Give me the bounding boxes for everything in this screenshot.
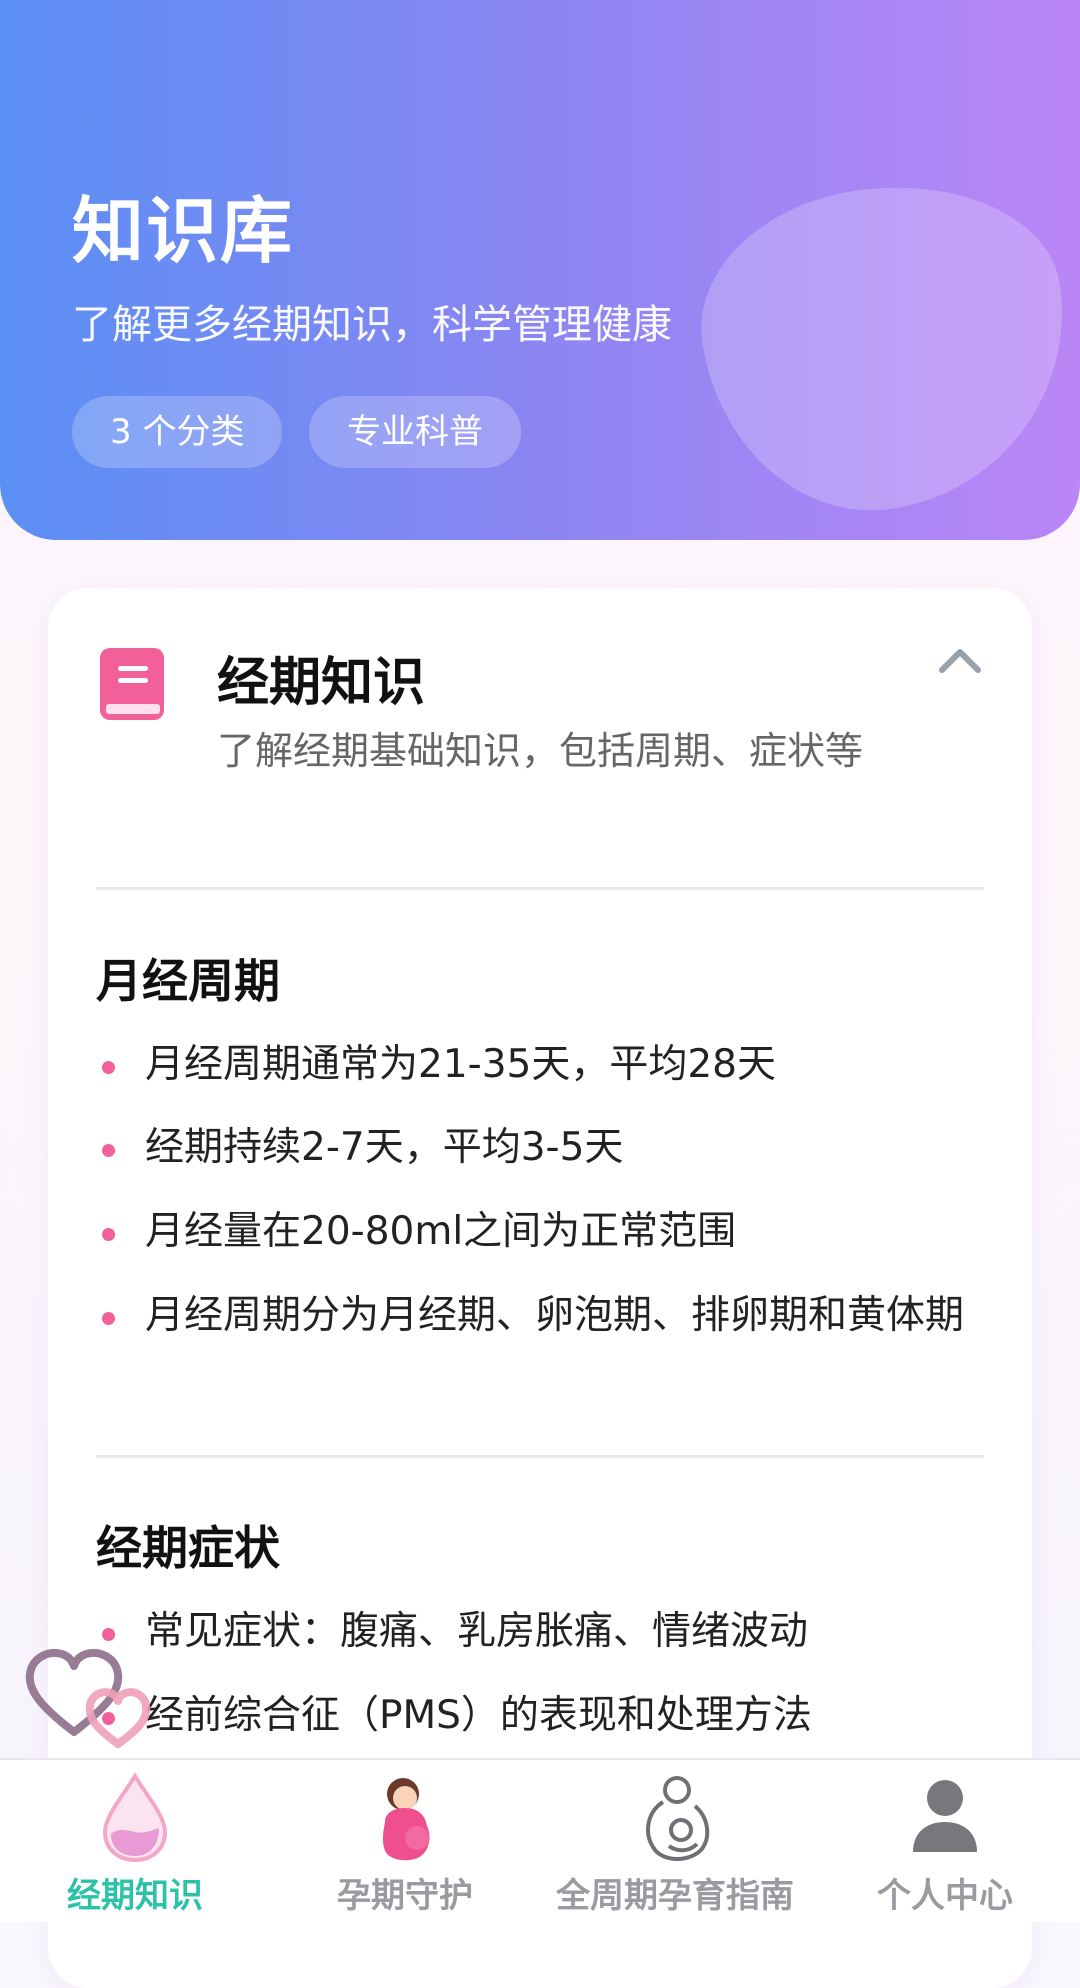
tab-label: 全周期孕育指南 (556, 1876, 794, 1916)
list-item: 经前综合征（PMS）的表现和处理方法 (145, 1693, 812, 1738)
list-item: 常见症状：腹痛、乳房胀痛、情绪波动 (145, 1609, 809, 1654)
tab-pregnancy-care[interactable]: 孕期守护 (270, 1760, 540, 1922)
list-item: 月经周期分为月经期、卵泡期、排卵期和黄体期 (145, 1293, 965, 1338)
section-divider (96, 887, 984, 890)
pregnant-woman-icon (383, 1778, 430, 1861)
category-description: 了解经期基础知识，包括周期、症状等 (217, 729, 864, 773)
page-subtitle: 了解更多经期知识，科学管理健康 (72, 302, 672, 348)
category-count-chip: 3 个分类 (72, 396, 283, 468)
tab-full-cycle-guide[interactable]: 全周期孕育指南 (540, 1760, 810, 1922)
droplet-icon (102, 1772, 168, 1863)
chevron-up-icon[interactable] (936, 640, 984, 680)
list-item: 月经周期通常为21-35天，平均28天 (145, 1042, 776, 1087)
knowledge-header: 知识库 了解更多经期知识，科学管理健康 3 个分类 专业科普 (0, 0, 1080, 540)
bottom-tab-bar: 经期知识 孕期守护 全周期孕育指南 个人中心 (0, 1758, 1080, 1922)
bullet-dot (102, 1144, 115, 1157)
tab-profile[interactable]: 个人中心 (810, 1760, 1080, 1922)
tab-label: 经期知识 (67, 1876, 203, 1916)
section-title-cycle: 月经周期 (96, 954, 280, 1008)
list-item: 经期持续2-7天，平均3-5天 (145, 1125, 624, 1170)
hearts-float-icon[interactable] (22, 1640, 162, 1750)
tab-label: 孕期守护 (337, 1876, 473, 1916)
tab-period-knowledge[interactable]: 经期知识 (0, 1760, 270, 1922)
tab-label: 个人中心 (877, 1876, 1013, 1916)
person-icon (913, 1780, 977, 1852)
bullet-dot (102, 1228, 115, 1241)
book-icon (100, 648, 164, 720)
category-title[interactable]: 经期知识 (217, 640, 425, 715)
section-divider (96, 1455, 984, 1458)
bullet-dot (102, 1312, 115, 1325)
list-item: 月经量在20-80ml之间为正常范围 (145, 1209, 737, 1254)
decorative-blob (684, 164, 1080, 532)
bullet-dot (102, 1061, 115, 1074)
page-title: 知识库 (72, 189, 295, 273)
section-title-symptoms: 经期症状 (96, 1521, 280, 1575)
mother-baby-icon (646, 1776, 710, 1861)
professional-chip: 专业科普 (309, 396, 521, 468)
